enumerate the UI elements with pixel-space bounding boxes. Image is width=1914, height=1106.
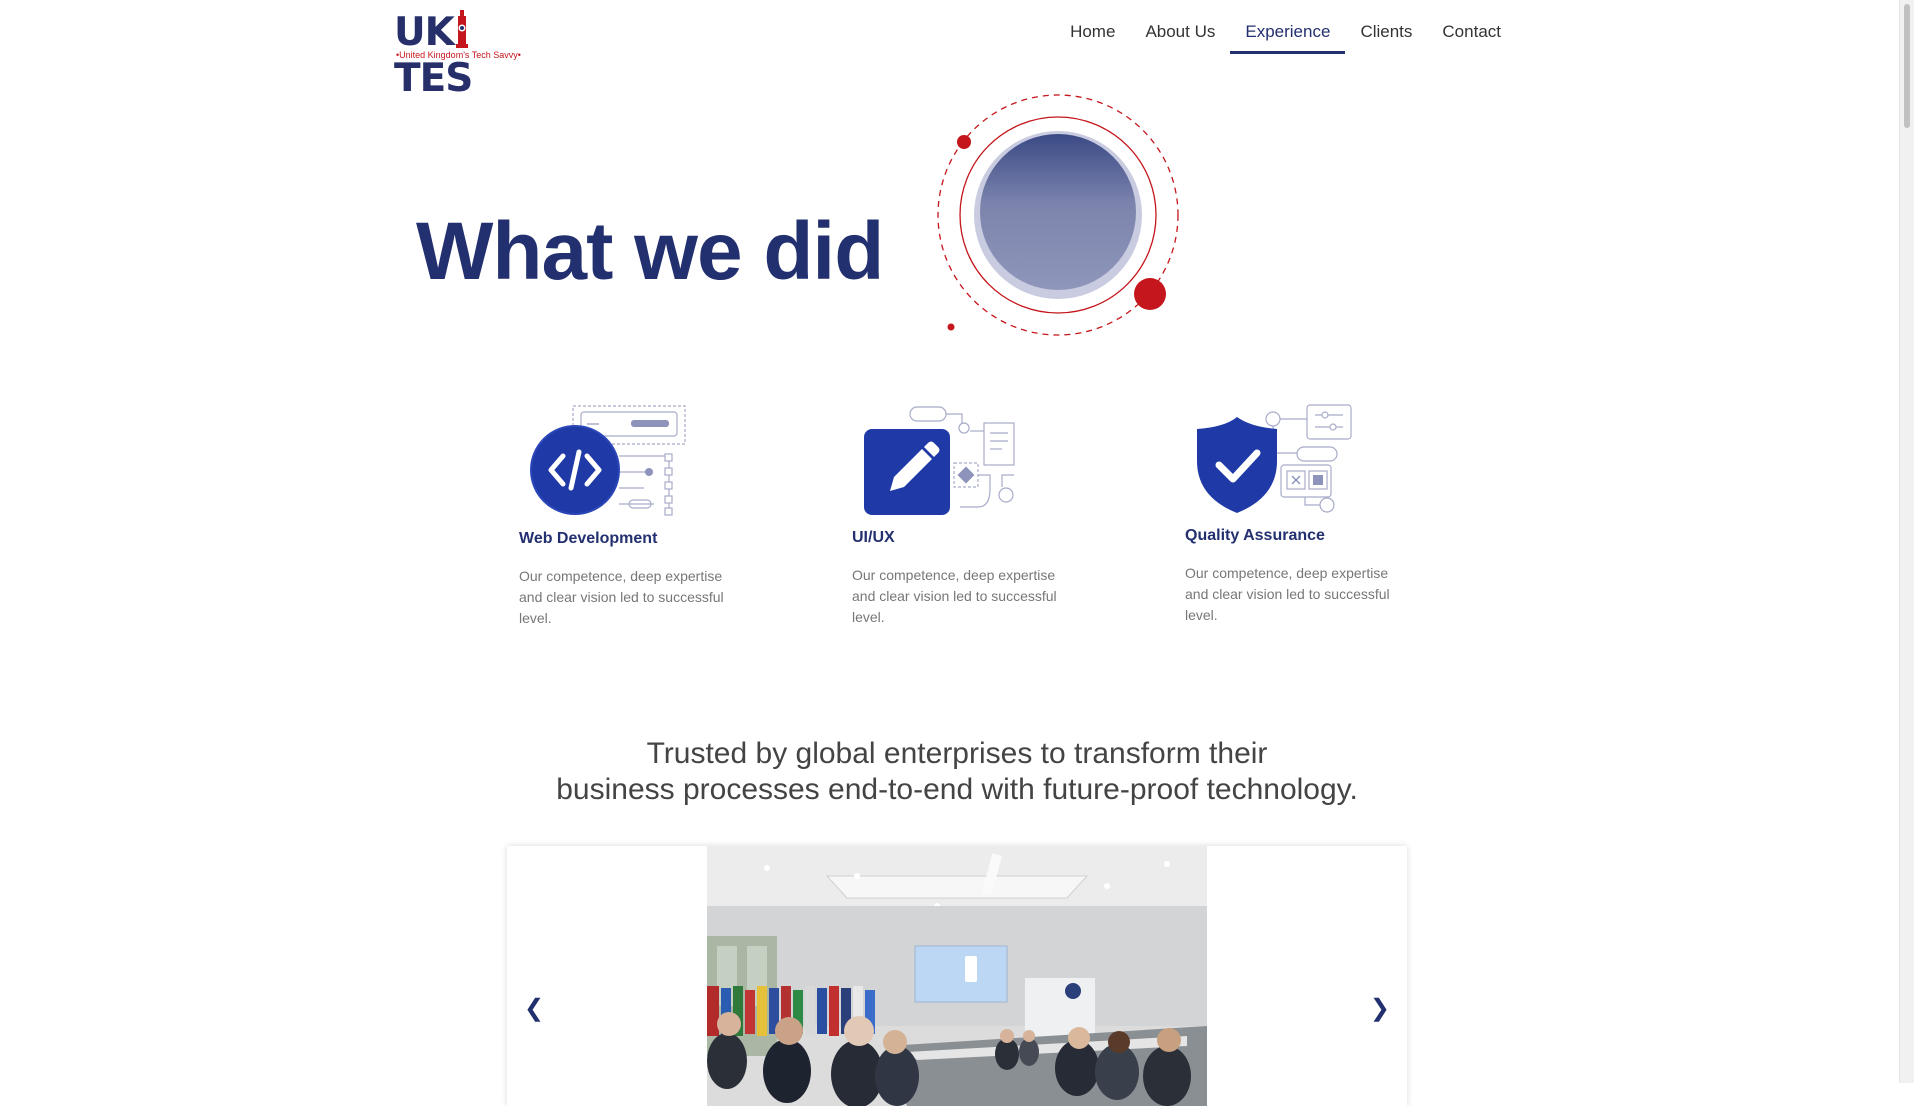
orbit-circle-graphic [937, 94, 1179, 336]
nav-home[interactable]: Home [1055, 18, 1130, 54]
main-nav: Home About Us Experience Clients Contact [1055, 18, 1516, 54]
service-web-development: Web Development Our competence, deep exp… [519, 404, 749, 629]
carousel-next-button[interactable]: ❯ [1370, 994, 1390, 1023]
trusted-line-1: Trusted by global enterprises to transfo… [646, 737, 1268, 770]
trusted-line-2: business processes end-to-end with futur… [556, 773, 1358, 806]
page-scrollbar[interactable] [1899, 0, 1914, 1083]
clock-tower-icon [455, 10, 468, 48]
nav-clients[interactable]: Clients [1345, 18, 1427, 54]
nav-contact[interactable]: Contact [1427, 18, 1516, 54]
service-title: Quality Assurance [1185, 527, 1325, 544]
logo-text-left: UK [394, 10, 455, 55]
service-title: Web Development [519, 530, 658, 547]
code-icon [530, 405, 686, 516]
logo[interactable]: UK TES •United Kingdom's Tech Savvy• [394, 10, 544, 101]
service-title: UI/UX [852, 529, 895, 546]
nav-about-us[interactable]: About Us [1130, 18, 1230, 54]
service-description: Our competence, deep expertise and clear… [852, 567, 1057, 625]
conference-meeting-photo [707, 846, 1207, 1106]
carousel-prev-button[interactable]: ❮ [524, 994, 544, 1023]
image-carousel: ❮ ❯ [507, 846, 1407, 1106]
logo-tagline: •United Kingdom's Tech Savvy• [396, 50, 521, 60]
scrollbar-thumb[interactable] [1904, 4, 1910, 128]
logo-text-right: TES [394, 56, 473, 101]
nav-experience[interactable]: Experience [1230, 18, 1346, 54]
service-description: Our competence, deep expertise and clear… [1185, 565, 1390, 623]
page-title: What we did [416, 206, 884, 297]
shield-check-icon [1197, 404, 1352, 513]
service-description: Our competence, deep expertise and clear… [519, 568, 724, 626]
service-quality-assurance: Quality Assurance Our competence, deep e… [1185, 401, 1415, 626]
pencil-icon [864, 406, 1015, 515]
service-ui-ux: UI/UX Our competence, deep expertise and… [852, 403, 1082, 628]
trusted-statement: Trusted by global enterprises to transfo… [0, 736, 1914, 808]
